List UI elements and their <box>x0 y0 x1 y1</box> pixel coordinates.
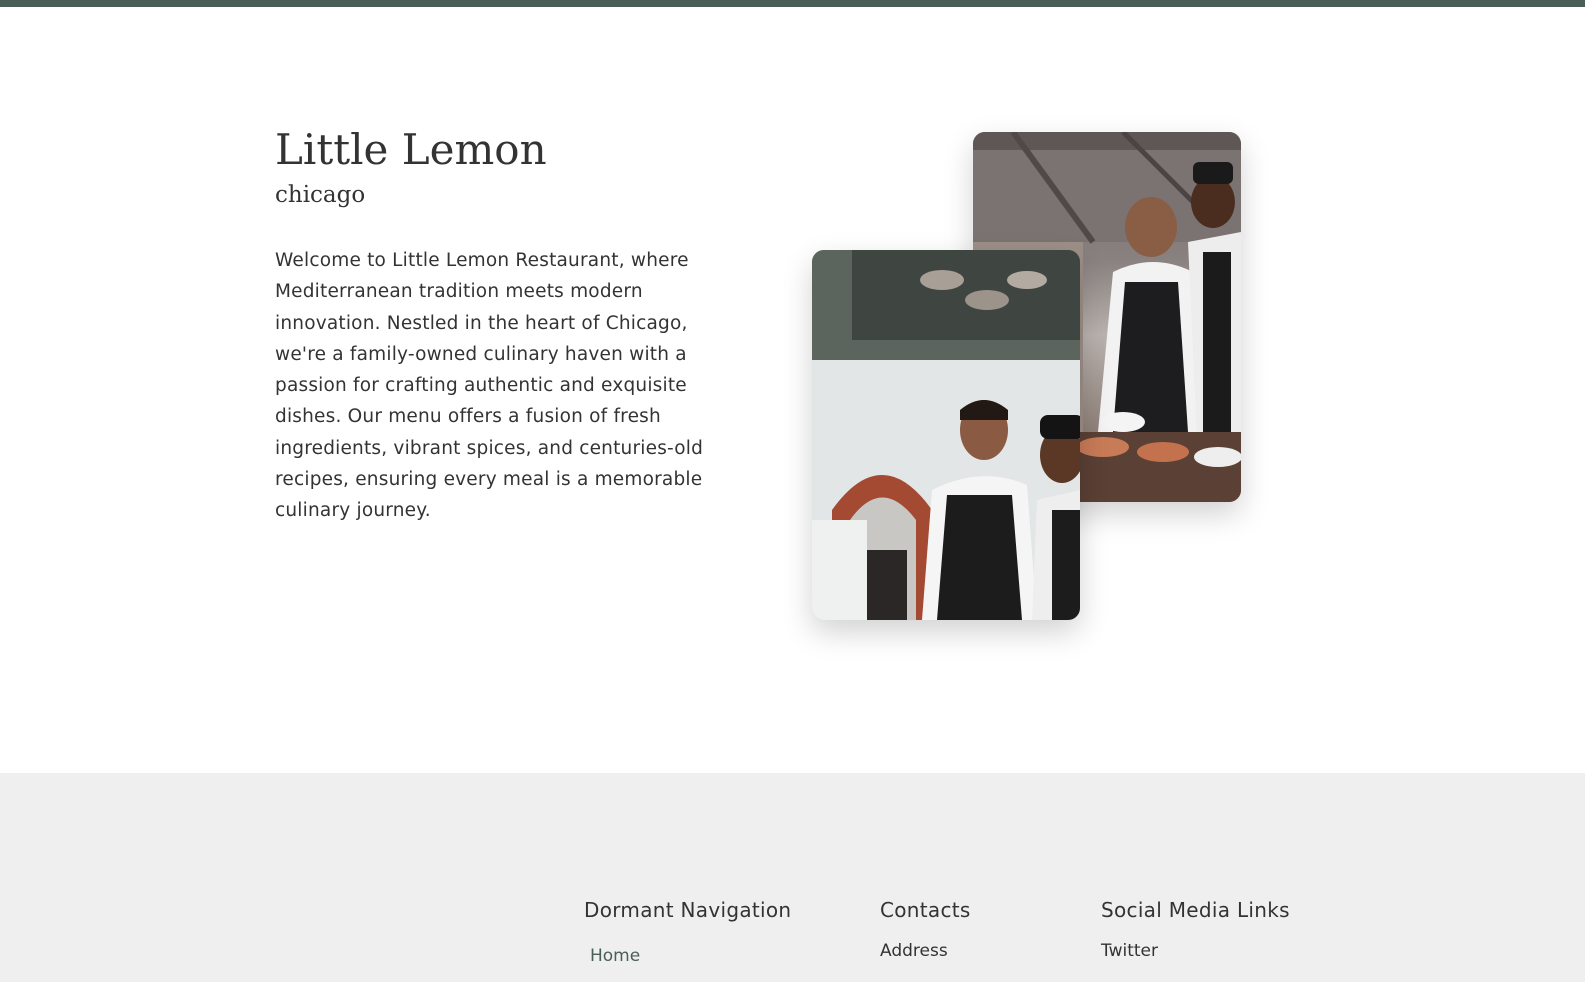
restaurant-title: Little Lemon <box>275 125 547 174</box>
top-accent-bar <box>0 0 1585 7</box>
restaurant-subtitle: chicago <box>275 182 366 208</box>
chefs-laughing-photo <box>812 250 1080 620</box>
footer-social-heading: Social Media Links <box>1101 898 1290 922</box>
about-section <box>0 7 1585 782</box>
footer-link-address[interactable]: Address <box>880 940 971 962</box>
footer-contacts: Contacts Address <box>880 897 971 962</box>
site-footer <box>0 773 1585 982</box>
footer-link-home[interactable]: Home <box>590 945 791 967</box>
footer-social: Social Media Links Twitter <box>1101 897 1290 962</box>
footer-navigation-heading: Dormant Navigation <box>584 898 792 922</box>
restaurant-description: Welcome to Little Lemon Restaurant, wher… <box>275 250 704 522</box>
footer-contacts-heading: Contacts <box>880 898 971 922</box>
footer-link-twitter[interactable]: Twitter <box>1101 940 1290 962</box>
footer-navigation: Dormant Navigation Home <box>584 897 791 967</box>
